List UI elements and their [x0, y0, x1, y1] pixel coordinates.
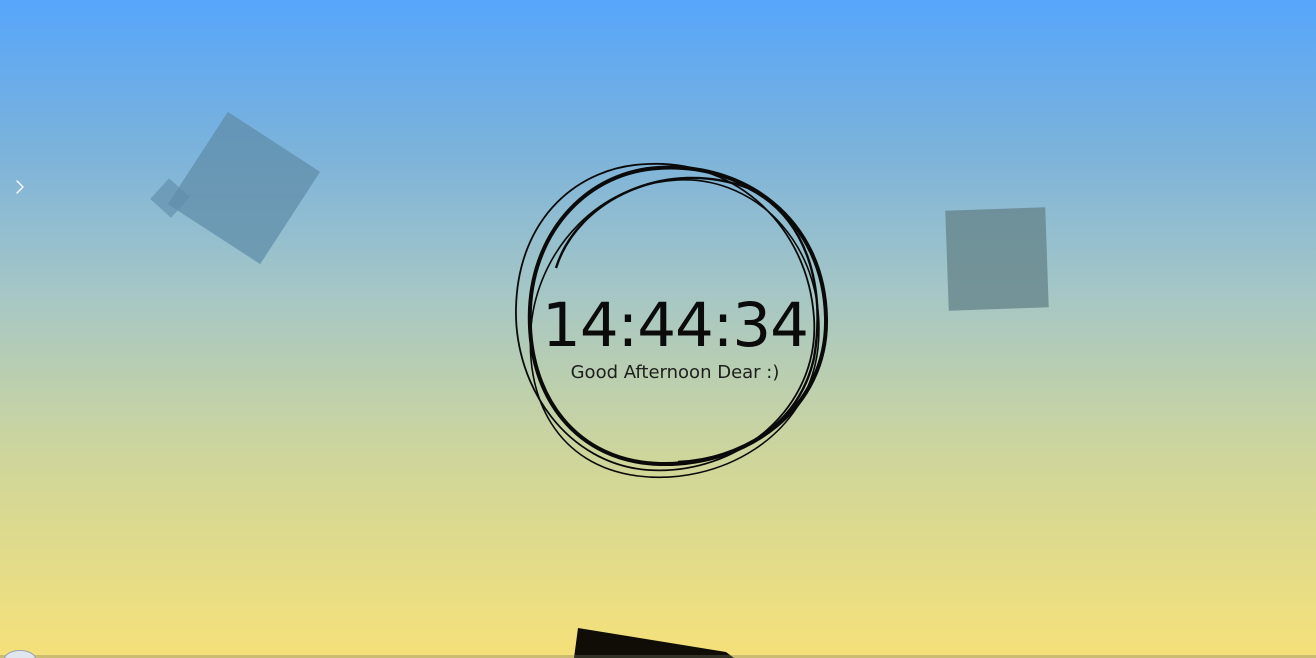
- decorative-shape: [574, 628, 734, 658]
- greeting-text: Good Afternoon Dear :): [570, 362, 780, 383]
- decorative-square: [167, 111, 321, 265]
- decorative-square: [150, 178, 190, 218]
- decorative-square: [945, 207, 1049, 311]
- sidebar-toggle[interactable]: [10, 176, 30, 198]
- clock-time: 14:44:34: [542, 290, 809, 361]
- chevron-right-icon: [16, 180, 24, 194]
- corner-button[interactable]: [4, 650, 36, 658]
- page: 14:44:34 Good Afternoon Dear :): [0, 0, 1316, 658]
- clock: 14:44:34 Good Afternoon Dear :): [508, 293, 842, 385]
